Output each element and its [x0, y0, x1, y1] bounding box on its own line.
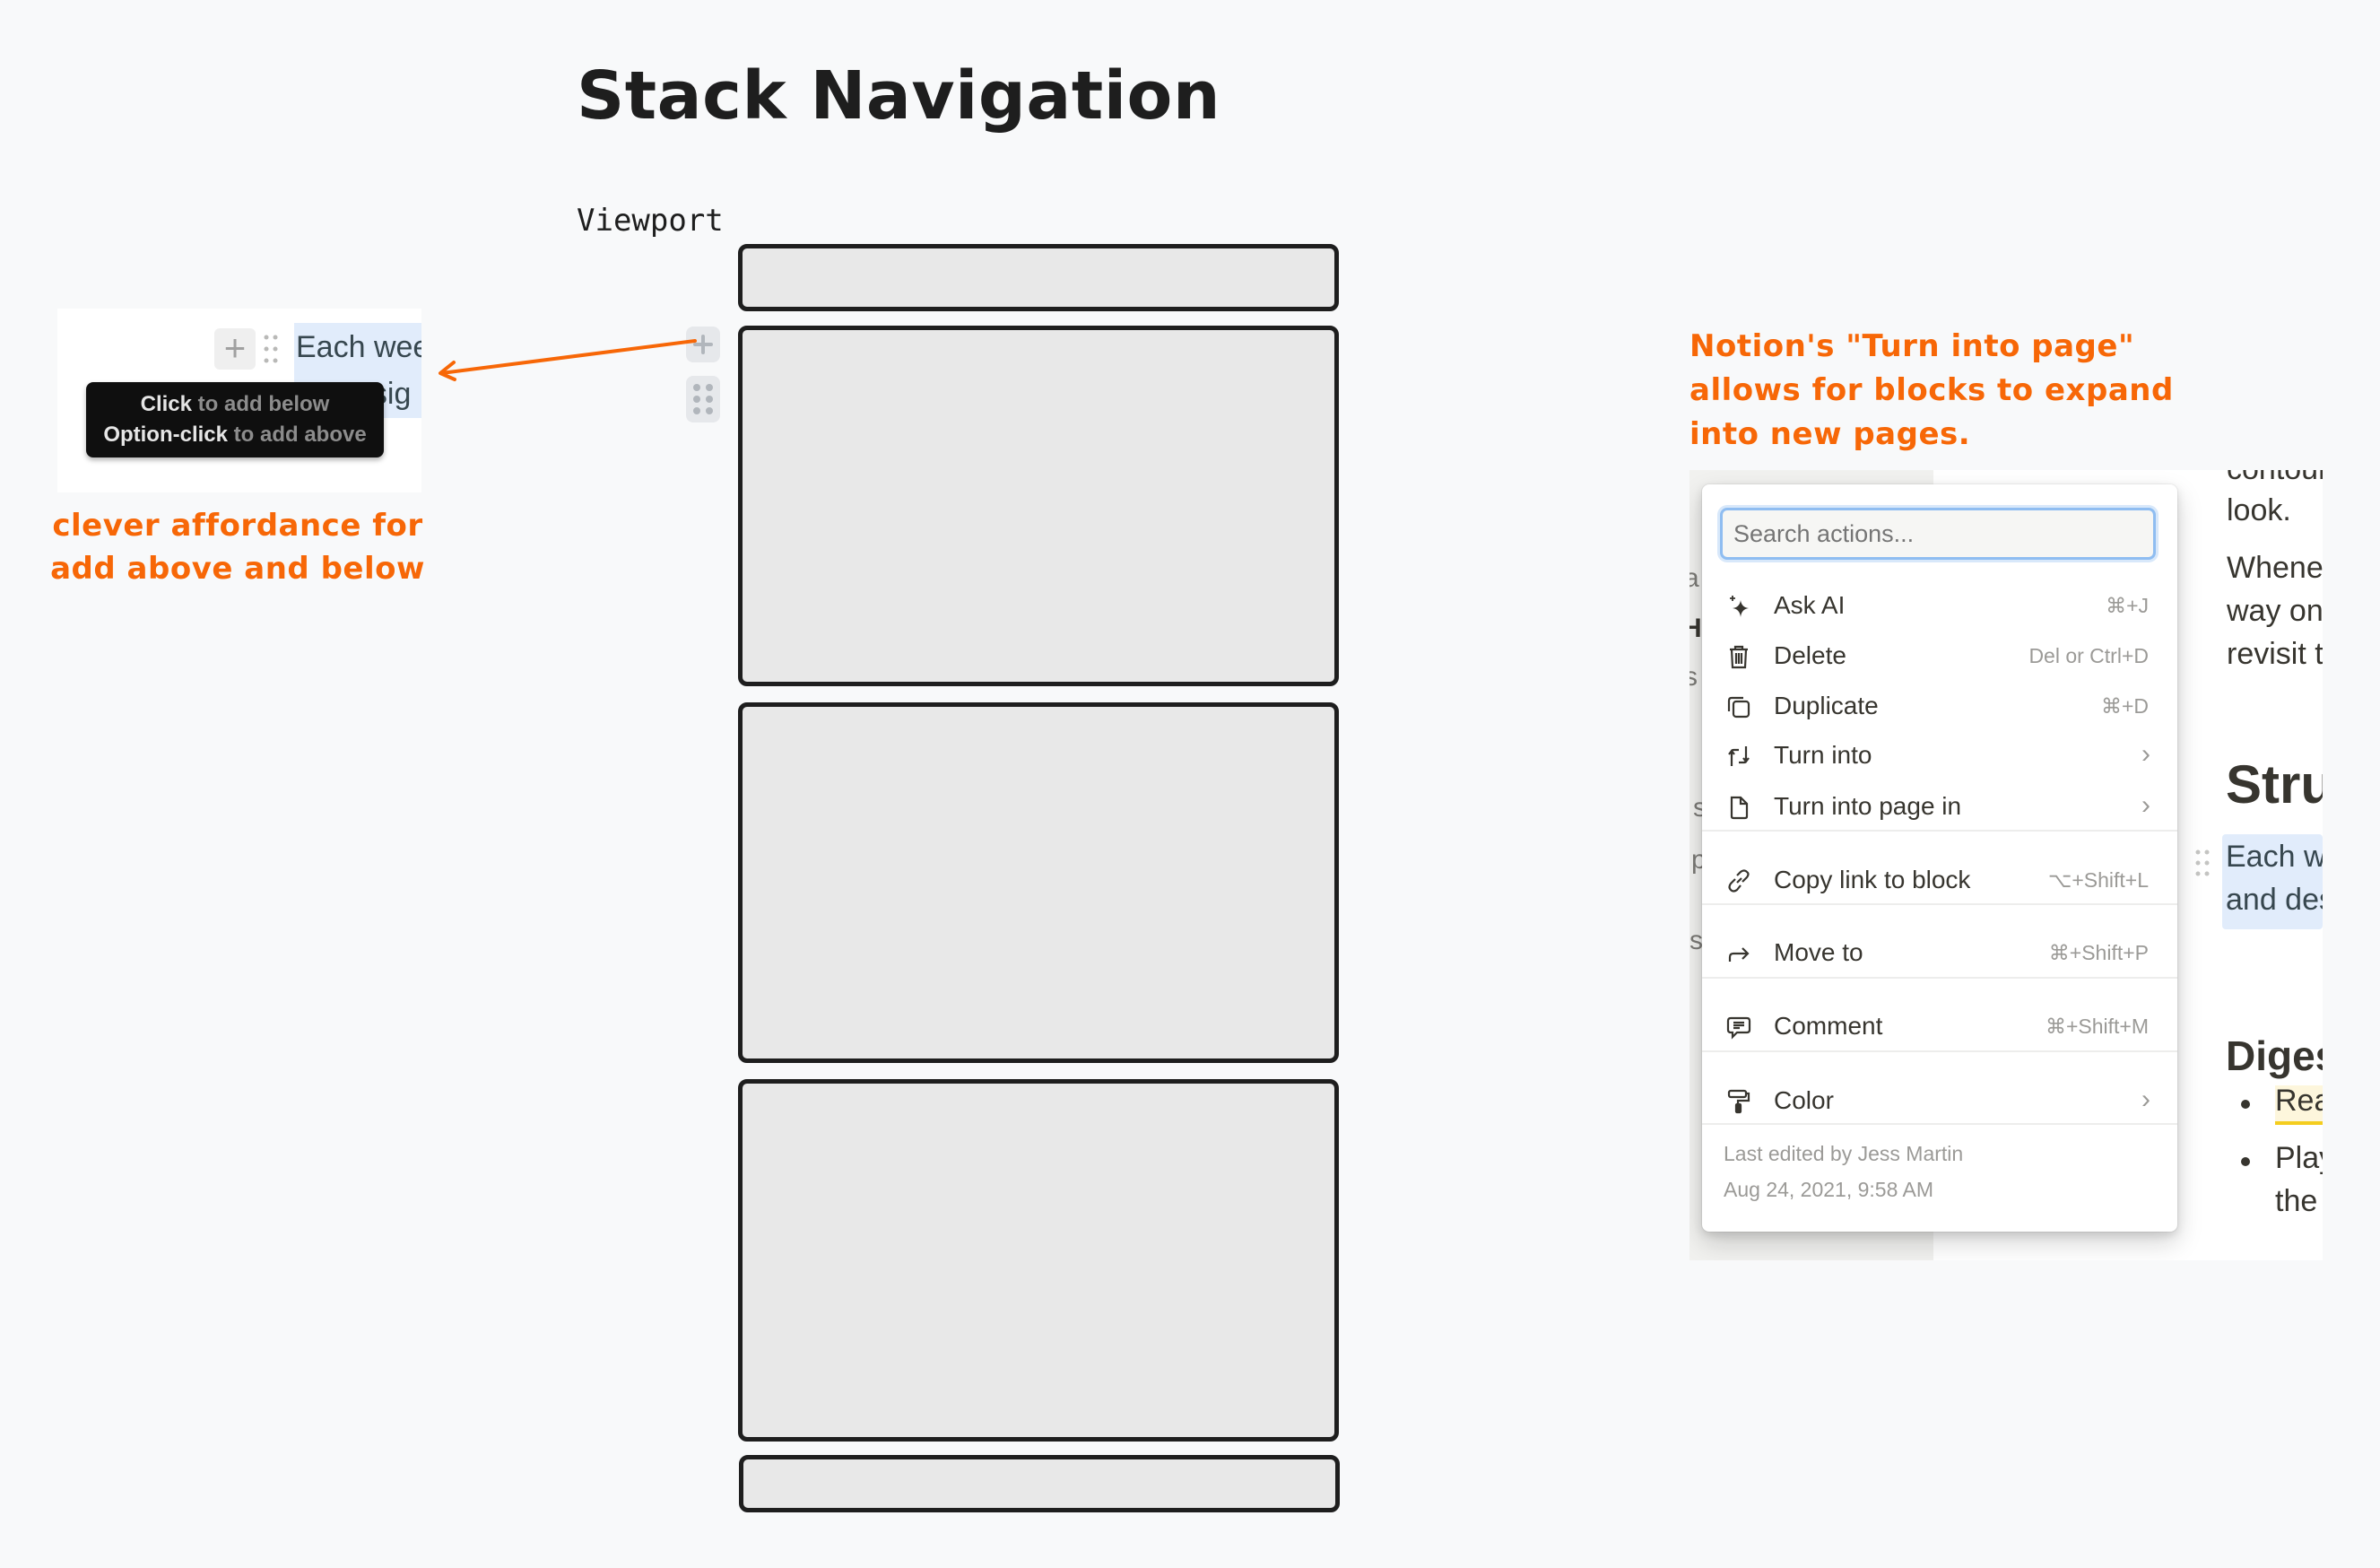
- bg-text-contour: contour: [2227, 470, 2323, 487]
- menu-item-shortcut: ⌘+D: [2100, 694, 2149, 718]
- menu-item-turn-into[interactable]: Turn into ›: [1702, 734, 2177, 779]
- menu-item-label: Delete: [1774, 641, 1846, 669]
- bg-fragment: a: [1689, 563, 1699, 593]
- bg-block-each: Each we: [2226, 840, 2323, 874]
- menu-item-duplicate[interactable]: Duplicate ⌘+D: [1702, 684, 2177, 729]
- notion-add-block-screenshot: + Each wee esig Click to add below Optio…: [57, 309, 421, 492]
- last-edited-date: Aug 24, 2021, 9:58 AM: [1724, 1178, 1934, 1201]
- tooltip-click-desc: to add below: [192, 392, 330, 416]
- bg-fragment: s: [1689, 926, 1703, 955]
- right-annotation: Notion's "Turn into page" allows for blo…: [1689, 325, 2192, 457]
- menu-item-shortcut: ⌘+Shift+P: [2048, 941, 2149, 964]
- menu-divider: [1702, 977, 2177, 979]
- menu-item-label: Color: [1774, 1086, 1834, 1114]
- tooltip-option-click: Option-click: [103, 422, 228, 447]
- menu-item-shortcut: ⌥+Shift+L: [2047, 868, 2149, 892]
- menu-item-label: Move to: [1774, 938, 1863, 966]
- bg-fragment: s: [1689, 662, 1698, 692]
- menu-divider: [1702, 903, 2177, 905]
- bullet-dot: [2241, 1157, 2250, 1166]
- bg-text-whenev: Whenev: [2227, 551, 2323, 585]
- chevron-right-icon: ›: [2141, 739, 2150, 769]
- right-annotation-line3: into new pages.: [1689, 416, 1971, 452]
- menu-item-label: Ask AI: [1774, 591, 1846, 619]
- menu-item-move-to[interactable]: Move to ⌘+Shift+P: [1702, 931, 2177, 976]
- notion-block-menu-screenshot: a Hi s s p s contour look. Whenev way on…: [1689, 470, 2323, 1260]
- menu-item-label: Copy link to block: [1774, 866, 1971, 893]
- chevron-right-icon: ›: [2141, 1085, 2150, 1114]
- bg-text-revisit: revisit t: [2227, 637, 2323, 671]
- menu-divider: [1702, 1123, 2177, 1125]
- menu-item-ask-ai[interactable]: Ask AI ⌘+J: [1702, 584, 2177, 629]
- bg-heading-diges: Diges: [2226, 1032, 2323, 1079]
- chevron-right-icon: ›: [2141, 790, 2150, 820]
- menu-divider: [1702, 830, 2177, 832]
- turn-into-icon: [1728, 746, 1750, 766]
- bg-heading-stru: Stru: [2226, 754, 2323, 814]
- right-annotation-line1: Notion's "Turn into page": [1689, 328, 2135, 364]
- comment-icon: [1726, 1016, 1751, 1040]
- left-annotation-line1: clever affordance for: [52, 508, 423, 544]
- bullet-dot: [2241, 1100, 2250, 1109]
- menu-item-label: Turn into: [1774, 741, 1872, 769]
- menu-item-shortcut: Del or Ctrl+D: [2028, 644, 2149, 667]
- add-block-tooltip: Click to add below Option-click to add a…: [86, 382, 384, 457]
- right-annotation-line2: allows for blocks to expand: [1689, 372, 2174, 408]
- menu-item-label: Turn into page in: [1774, 792, 1962, 820]
- bg-drag-dots-icon: [2195, 849, 2210, 876]
- menu-item-delete[interactable]: Delete Del or Ctrl+D: [1702, 634, 2177, 679]
- add-block-plus-icon[interactable]: +: [214, 328, 256, 370]
- paint-roller-icon: [1727, 1089, 1750, 1114]
- bg-bullet2-cont: the: [2275, 1184, 2318, 1218]
- tooltip-click: Click: [140, 392, 193, 416]
- block-text: Each wee: [296, 330, 421, 364]
- link-icon: [1728, 869, 1750, 893]
- drag-dots-icon[interactable]: [262, 334, 280, 364]
- last-edited-by: Last edited by Jess Martin: [1724, 1142, 1964, 1165]
- page-icon: [1730, 796, 1749, 820]
- menu-item-label: Duplicate: [1774, 692, 1879, 719]
- duplicate-icon: [1727, 696, 1750, 719]
- menu-item-copy-link[interactable]: Copy link to block ⌥+Shift+L: [1702, 858, 2177, 903]
- menu-item-comment[interactable]: Comment ⌘+Shift+M: [1702, 1005, 2177, 1050]
- search-actions-input[interactable]: [1720, 508, 2156, 560]
- bg-block-and: and des: [2226, 883, 2323, 917]
- menu-divider: [1702, 1050, 2177, 1052]
- bg-bullet2: Play: [2275, 1141, 2323, 1175]
- tooltip-option-click-desc: to add above: [228, 422, 367, 447]
- arrow-shaft: [439, 339, 697, 375]
- menu-item-label: Comment: [1774, 1012, 1883, 1040]
- block-actions-menu: Ask AI ⌘+J Delete Del or Ctrl+D Duplicat…: [1702, 484, 2177, 1232]
- bg-bullet1: Rea: [2275, 1084, 2323, 1118]
- menu-item-turn-into-page-in[interactable]: Turn into page in ›: [1702, 785, 2177, 830]
- bg-text-look: look.: [2227, 493, 2291, 527]
- sparkle-icon: [1730, 596, 1749, 617]
- bg-text-way: way one: [2227, 594, 2323, 628]
- menu-item-color[interactable]: Color ›: [1702, 1079, 2177, 1124]
- menu-item-shortcut: ⌘+J: [2106, 594, 2149, 617]
- menu-item-shortcut: ⌘+Shift+M: [2045, 1015, 2149, 1038]
- left-annotation-line2: add above and below: [50, 551, 425, 587]
- left-annotation: clever affordance for add above and belo…: [45, 504, 430, 590]
- move-arrow-icon: [1728, 947, 1750, 962]
- trash-icon: [1730, 645, 1748, 669]
